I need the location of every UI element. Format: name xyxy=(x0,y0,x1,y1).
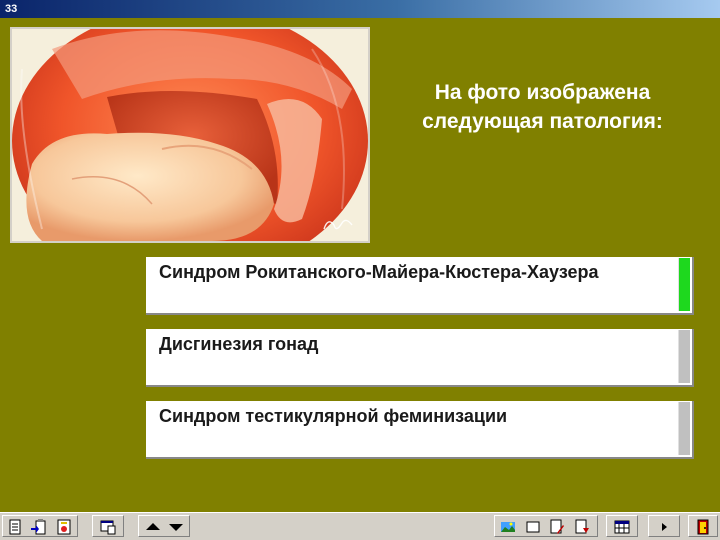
question-line-1: На фото изображена xyxy=(434,81,651,104)
answer-option-3-label: Синдром тестикулярной феминизации xyxy=(159,406,508,426)
toolbar-group-calendar xyxy=(606,515,638,537)
toolbar-group-tools xyxy=(494,515,598,537)
answer-option-2-label: Дисгинезия гонад xyxy=(159,334,319,354)
answer-option-1-indicator xyxy=(678,258,690,311)
clipboard-arrow-icon[interactable] xyxy=(30,518,48,536)
question-line-2: следующая патология: xyxy=(422,110,663,133)
toolbar-group-navigation xyxy=(138,515,190,537)
exit-door-icon[interactable] xyxy=(694,518,712,536)
toolbar-group-files xyxy=(2,515,78,537)
pathology-photo xyxy=(10,27,370,243)
question-text: На фото изображена следующая патология: xyxy=(380,78,705,136)
endoscopy-image xyxy=(12,29,368,241)
document-edit-icon[interactable] xyxy=(548,518,566,536)
window-title: 33 xyxy=(5,3,18,15)
document-icon[interactable] xyxy=(6,518,24,536)
calendar-grid-icon[interactable] xyxy=(613,518,631,536)
play-right-icon[interactable] xyxy=(655,518,673,536)
bottom-toolbar xyxy=(0,512,720,540)
window-titlebar: 33 xyxy=(0,0,720,18)
arrow-down-icon[interactable] xyxy=(167,518,185,536)
answer-option-3-indicator xyxy=(678,402,690,455)
window-icon[interactable] xyxy=(524,518,542,536)
toolbar-group-exit xyxy=(688,515,718,537)
answer-option-1[interactable]: Синдром Рокитанского-Майера-Кюстера-Хауз… xyxy=(146,257,694,315)
answer-option-2[interactable]: Дисгинезия гонад xyxy=(146,329,694,387)
landscape-image-icon[interactable] xyxy=(499,518,517,536)
answer-option-1-label: Синдром Рокитанского-Майера-Кюстера-Хауз… xyxy=(159,262,599,282)
monitor-window-icon[interactable] xyxy=(99,518,117,536)
toolbar-group-forward xyxy=(648,515,680,537)
arrow-up-icon[interactable] xyxy=(144,518,162,536)
answer-option-3[interactable]: Синдром тестикулярной феминизации xyxy=(146,401,694,459)
document-ref-icon[interactable] xyxy=(573,518,591,536)
answer-option-2-indicator xyxy=(678,330,690,383)
certificate-icon[interactable] xyxy=(55,518,73,536)
toolbar-group-view xyxy=(92,515,124,537)
